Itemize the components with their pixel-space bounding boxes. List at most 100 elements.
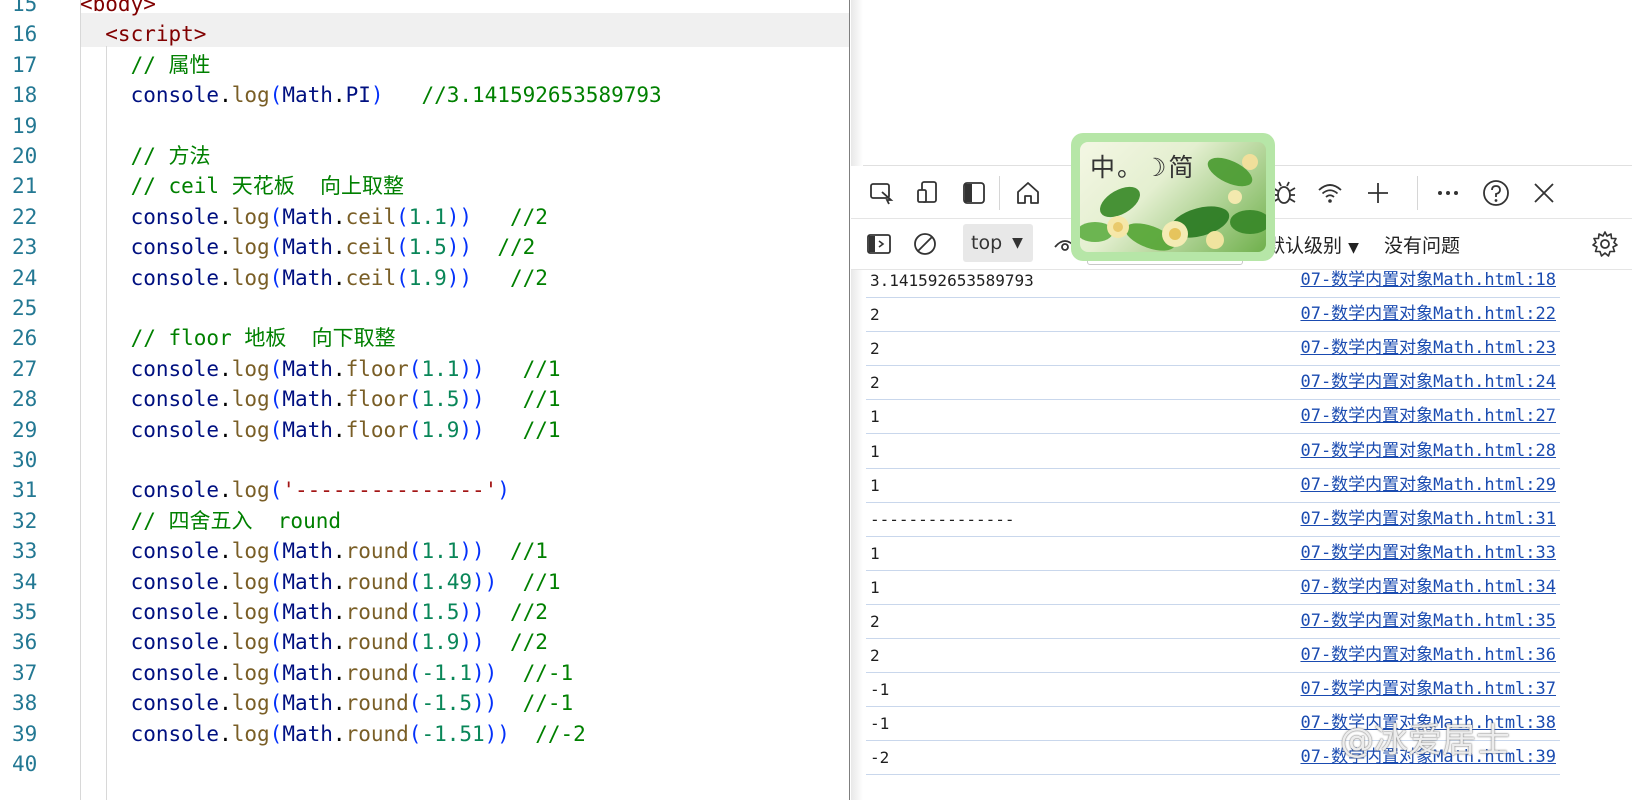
line-number: 37 <box>12 660 38 685</box>
code-line[interactable]: 21 // ceil 天花板 向上取整 <box>0 171 849 202</box>
code-editor[interactable]: 15 <body> 16 <script> 17 // 属性 18 console.lo… <box>0 0 850 800</box>
code-line[interactable]: 32 // 四舍五入 round <box>0 506 849 537</box>
code-line[interactable]: 18 console.log(Math.PI) //3.141592653589… <box>0 80 849 111</box>
code-token: 1.5 <box>421 387 460 412</box>
code-token: <body> <box>80 0 156 16</box>
code-token: console <box>80 691 220 716</box>
code-line[interactable]: 36 console.log(Math.round(1.9)) //2 <box>0 627 849 658</box>
code-token: Math <box>282 204 333 229</box>
source-link[interactable]: 07-数学内置对象Math.html:37 <box>1300 673 1556 706</box>
device-emulation-icon[interactable] <box>911 176 945 210</box>
console-row: -1 07-数学内置对象Math.html:37 <box>866 673 1560 708</box>
code-token: log <box>231 417 270 442</box>
code-line[interactable]: 39 console.log(Math.round(-1.51)) //-2 <box>0 719 849 750</box>
code-token: Math <box>282 83 333 108</box>
line-number: 20 <box>12 144 38 168</box>
code-token: Math <box>282 691 333 716</box>
code-token: round <box>345 660 409 685</box>
console-row: 3.141592653589793 07-数学内置对象Math.html:18 <box>866 264 1560 298</box>
sidebar-icon[interactable] <box>957 176 991 210</box>
code-token: . <box>332 83 346 108</box>
clear-console-icon[interactable] <box>909 228 941 260</box>
source-link[interactable]: 07-数学内置对象Math.html:31 <box>1300 503 1556 536</box>
code-line[interactable]: 29 console.log(Math.floor(1.9)) //1 <box>0 415 849 446</box>
code-token: console <box>80 660 220 685</box>
code-line[interactable]: 17 // 属性 <box>0 50 849 81</box>
code-line[interactable]: 35 console.log(Math.round(1.5)) //2 <box>0 597 849 628</box>
log-level-dropdown[interactable]: 默认级别 ▼ <box>1266 231 1359 258</box>
inspect-icon[interactable] <box>865 176 899 210</box>
code-token: log <box>231 204 270 229</box>
code-line[interactable]: 25 <box>0 293 849 324</box>
code-line[interactable]: 24 console.log(Math.ceil(1.9)) //2 <box>0 263 849 294</box>
pane-divider[interactable] <box>849 0 850 800</box>
source-link[interactable]: 07-数学内置对象Math.html:24 <box>1300 366 1556 399</box>
code-line[interactable]: 23 console.log(Math.ceil(1.5)) //2 <box>0 232 849 263</box>
code-line[interactable]: 30 <box>0 445 849 476</box>
code-line[interactable]: 40 <box>0 749 849 780</box>
source-link[interactable]: 07-数学内置对象Math.html:23 <box>1300 332 1556 365</box>
context-select[interactable]: top ▼ <box>963 224 1033 262</box>
source-link[interactable]: 07-数学内置对象Math.html:18 <box>1300 264 1556 297</box>
code-line[interactable]: 20 // 方法 <box>0 141 849 172</box>
code-text: console.log(Math.round(1.9)) //2 <box>80 627 548 658</box>
code-token: . <box>219 83 232 108</box>
code-token: round <box>345 539 409 564</box>
code-line[interactable]: 26 // floor 地板 向下取整 <box>0 323 849 354</box>
code-token: ceil <box>345 204 397 229</box>
code-line[interactable]: 34 console.log(Math.round(1.49)) //1 <box>0 567 849 598</box>
more-icon[interactable] <box>1431 176 1465 210</box>
issues-indicator[interactable]: 没有问题 <box>1384 231 1460 258</box>
console-row: 2 07-数学内置对象Math.html:23 <box>866 332 1560 367</box>
source-link[interactable]: 07-数学内置对象Math.html:34 <box>1300 571 1556 604</box>
code-line[interactable]: 15 <body> <box>0 0 849 20</box>
code-token: console <box>80 539 220 564</box>
code-text: <body> <box>80 0 156 20</box>
source-link[interactable]: 07-数学内置对象Math.html:27 <box>1300 400 1556 433</box>
code-token: log <box>231 235 270 260</box>
code-token: ( <box>269 387 283 412</box>
code-line[interactable]: 16 <script> <box>0 19 849 50</box>
code-token: ( <box>269 660 283 685</box>
code-token: Math <box>282 235 333 260</box>
console-row: 1 07-数学内置对象Math.html:33 <box>866 537 1560 571</box>
code-token: console <box>80 265 220 290</box>
code-token: . <box>219 417 232 442</box>
code-token: //2 <box>472 235 536 260</box>
code-token: ( <box>269 478 283 503</box>
source-link[interactable]: 07-数学内置对象Math.html:22 <box>1300 298 1556 331</box>
source-link[interactable]: 07-数学内置对象Math.html:29 <box>1300 469 1556 502</box>
code-text: console.log(Math.floor(1.5)) //1 <box>80 384 561 415</box>
code-token: console <box>80 569 220 594</box>
source-link[interactable]: 07-数学内置对象Math.html:28 <box>1300 435 1556 468</box>
code-line[interactable]: 22 console.log(Math.ceil(1.1)) //2 <box>0 202 849 233</box>
code-token: //1 <box>484 417 561 442</box>
line-number: 24 <box>12 265 38 290</box>
code-line[interactable]: 38 console.log(Math.round(-1.5)) //-1 <box>0 688 849 719</box>
code-text: console.log(Math.round(-1.5)) //-1 <box>80 688 574 719</box>
add-icon[interactable] <box>1361 176 1395 210</box>
source-link[interactable]: 07-数学内置对象Math.html:36 <box>1300 639 1556 672</box>
code-line[interactable]: 28 console.log(Math.floor(1.5)) //1 <box>0 384 849 415</box>
help-icon[interactable] <box>1479 176 1513 210</box>
console-sidebar-icon[interactable] <box>863 228 895 260</box>
code-token: ( <box>269 417 283 442</box>
code-line[interactable]: 31 console.log('---------------') <box>0 475 849 506</box>
source-link[interactable]: 07-数学内置对象Math.html:35 <box>1300 605 1556 638</box>
code-line[interactable]: 33 console.log(Math.round(1.1)) //1 <box>0 536 849 567</box>
code-token: ( <box>269 630 283 655</box>
gear-icon[interactable] <box>1589 228 1621 260</box>
code-line[interactable]: 27 console.log(Math.floor(1.1)) //1 <box>0 354 849 385</box>
code-line[interactable]: 37 console.log(Math.round(-1.1)) //-1 <box>0 658 849 689</box>
home-icon[interactable] <box>1011 176 1045 210</box>
line-number: 39 <box>12 721 38 746</box>
ime-floating-widget[interactable]: 中。☽简 <box>1071 133 1275 261</box>
code-line[interactable]: 19 <box>0 111 849 142</box>
code-token: 1.9 <box>408 265 447 290</box>
close-icon[interactable] <box>1527 176 1561 210</box>
wifi-icon[interactable] <box>1313 176 1347 210</box>
code-token: console <box>80 600 220 624</box>
code-token: )) <box>459 417 485 442</box>
source-link[interactable]: 07-数学内置对象Math.html:33 <box>1300 537 1556 570</box>
code-text: console.log(Math.ceil(1.1)) //2 <box>80 202 548 233</box>
